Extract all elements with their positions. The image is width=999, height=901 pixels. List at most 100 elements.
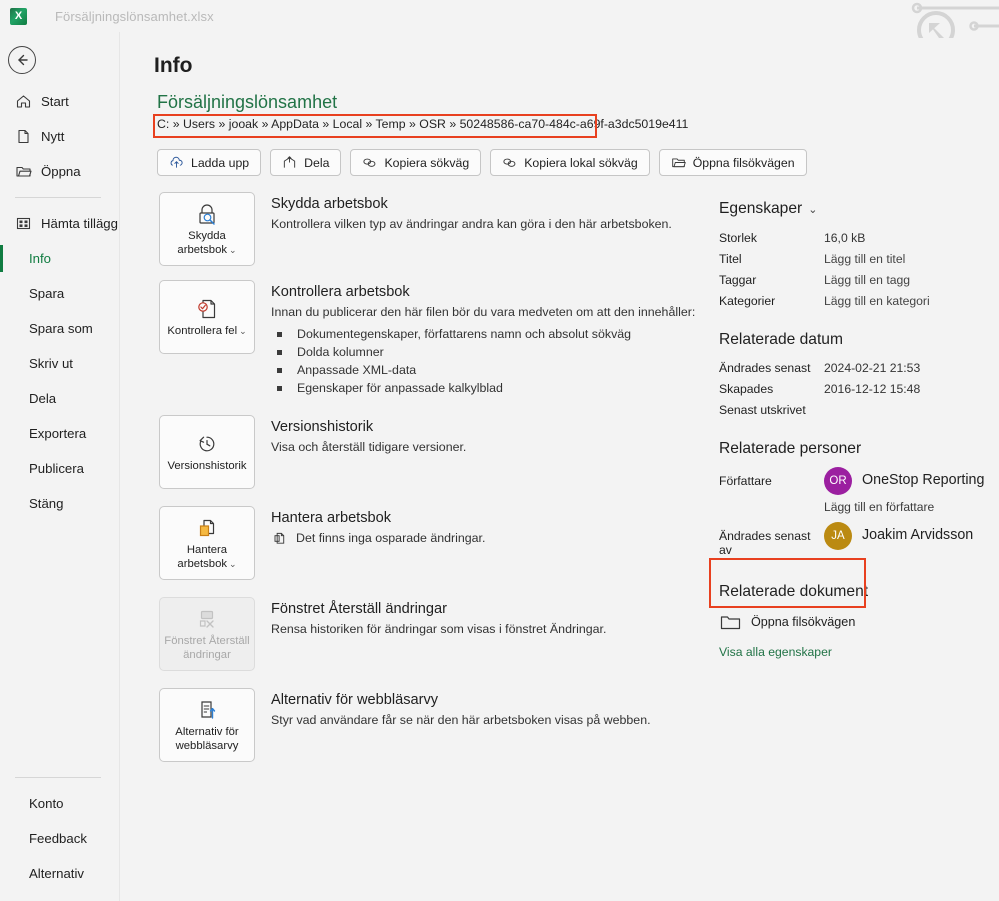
upload-button[interactable]: Ladda upp: [157, 149, 262, 176]
history-clock-icon: [192, 431, 222, 457]
show-all-properties-link[interactable]: Visa alla egenskaper: [719, 645, 989, 659]
sidebar-item-publicera[interactable]: Publicera: [0, 451, 120, 486]
sidebar-item-label: Nytt: [41, 129, 65, 144]
link-icon: [362, 155, 377, 170]
sidebar-item-exportera[interactable]: Exportera: [0, 416, 120, 451]
page-title: Info: [154, 54, 193, 77]
copy-local-path-button[interactable]: Kopiera lokal sökväg: [490, 149, 650, 176]
link-icon: [502, 155, 517, 170]
sidebar-nav-list: Start Nytt Öppna Hämta tillägg Info Spar…: [0, 84, 120, 521]
property-row-size: Storlek 16,0 kB: [719, 228, 989, 248]
properties-heading[interactable]: Egenskaper ⌄: [719, 200, 989, 218]
browser-view-options-button[interactable]: Alternativ för webbläsarvy: [159, 688, 255, 762]
info-card-body: Kontrollera arbetsbok Innan du publicera…: [271, 280, 695, 397]
related-dates-heading: Relaterade datum: [719, 331, 843, 348]
sidebar-item-label: Stäng: [29, 496, 64, 511]
reset-changes-pane-button: Fönstret Återställ ändringar: [159, 597, 255, 671]
property-key: Kategorier: [719, 294, 776, 308]
info-card-version-history: Versionshistorik Versionshistorik Visa o…: [159, 415, 719, 489]
property-key: Storlek: [719, 231, 757, 245]
sidebar-item-label: Exportera: [29, 426, 87, 441]
sidebar-item-label: Konto: [29, 796, 64, 811]
card-bullet-item: Dokumentegenskaper, författarens namn oc…: [271, 325, 695, 343]
manage-workbook-icon: [192, 515, 222, 541]
add-author-link[interactable]: Lägg till en författare: [824, 500, 989, 514]
protect-workbook-button[interactable]: Skydda arbetsbok ⌄: [159, 192, 255, 266]
sidebar-item-konto[interactable]: Konto: [0, 786, 120, 821]
sidebar-item-label: Alternativ: [29, 866, 84, 881]
modified-by-key: Ändrades senast av: [719, 529, 811, 557]
sidebar-item-spara-som[interactable]: Spara som: [0, 311, 120, 346]
card-note: Det finns inga osparade ändringar.: [271, 530, 485, 546]
card-description: Styr vad användare får se när den här ar…: [271, 713, 651, 727]
categories-field[interactable]: Lägg till en kategori: [824, 291, 930, 311]
card-bullet-item: Dolda kolumner: [271, 343, 695, 361]
document-check-icon: [192, 296, 222, 322]
document-title: Försäljningslönsamhet.xlsx: [55, 8, 214, 24]
card-bullet-item: Egenskaper för anpassade kalkylblad: [271, 379, 695, 397]
sidebar-item-dela[interactable]: Dela: [0, 381, 120, 416]
info-card-body: Hantera arbetsbok Det finns inga osparad…: [271, 506, 485, 546]
info-card-manage-workbook: Hantera arbetsbok ⌄ Hantera arbetsbok Det…: [159, 506, 719, 580]
manage-workbook-button[interactable]: Hantera arbetsbok ⌄: [159, 506, 255, 580]
excel-icon: [10, 7, 27, 25]
properties-heading-label: Egenskaper: [719, 200, 803, 217]
sidebar-item-label: Start: [41, 94, 69, 109]
sidebar-item-label: Spara: [29, 286, 65, 301]
sidebar-divider-top: [15, 197, 101, 198]
properties-pane: Egenskaper ⌄ Storlek 16,0 kB Titel Lägg …: [719, 200, 989, 659]
backstage-sidebar: Start Nytt Öppna Hämta tillägg Info Spar…: [0, 32, 120, 901]
copy-path-button[interactable]: Kopiera sökväg: [350, 149, 482, 176]
share-icon: [282, 155, 297, 170]
sidebar-item-spara[interactable]: Spara: [0, 276, 120, 311]
property-key: Senast utskrivet: [719, 403, 806, 417]
property-key: Titel: [719, 252, 742, 266]
sidebar-item-alternativ[interactable]: Alternativ: [0, 856, 120, 891]
sidebar-item-oppna[interactable]: Öppna: [0, 154, 120, 189]
sidebar-item-stang[interactable]: Stäng: [0, 486, 120, 521]
tags-field[interactable]: Lägg till en tagg: [824, 270, 910, 290]
back-button[interactable]: [8, 46, 36, 74]
sidebar-item-hamta-tillagg[interactable]: Hämta tillägg: [0, 206, 120, 241]
card-description: Rensa historiken för ändringar som visas…: [271, 622, 607, 636]
action-button-label: Öppna filsökvägen: [692, 155, 795, 170]
avatar: JA: [824, 522, 852, 550]
card-description: Visa och återställ tidigare versioner.: [271, 440, 467, 454]
sidebar-item-feedback[interactable]: Feedback: [0, 821, 120, 856]
property-key: Ändrades senast: [719, 361, 811, 375]
chevron-down-icon: ⌄: [808, 203, 818, 216]
card-heading: Fönstret Återställ ändringar: [271, 601, 448, 617]
tile-label-text: Alternativ för webbläsarvy: [175, 726, 239, 752]
sidebar-item-start[interactable]: Start: [0, 84, 120, 119]
action-button-label: Dela: [304, 155, 330, 170]
property-key: Skapades: [719, 382, 774, 396]
sidebar-item-nytt[interactable]: Nytt: [0, 119, 120, 154]
info-card-body: Versionshistorik Visa och återställ tidi…: [271, 415, 466, 456]
action-button-label: Ladda upp: [191, 155, 250, 170]
reset-changes-icon: [192, 606, 222, 632]
sidebar-item-label: Publicera: [29, 461, 84, 476]
share-button[interactable]: Dela: [270, 149, 342, 176]
modified-by-name: Joakim Arvidsson: [862, 527, 974, 543]
property-row-tags: Taggar Lägg till en tagg: [719, 270, 989, 290]
check-for-issues-button[interactable]: Kontrollera fel ⌄: [159, 280, 255, 354]
tile-label-text: Skydda arbetsbok: [177, 230, 228, 256]
open-file-location-button[interactable]: Öppna filsökvägen: [658, 149, 807, 176]
file-path: C: » Users » jooak » AppData » Local » T…: [157, 117, 689, 131]
card-description: Innan du publicerar den här filen bör du…: [271, 305, 696, 319]
title-field[interactable]: Lägg till en titel: [824, 249, 905, 269]
file-icon: [14, 128, 32, 146]
sidebar-item-label: Hämta tillägg: [41, 216, 118, 231]
card-heading: Skydda arbetsbok: [271, 196, 388, 212]
tile-label-text: Kontrollera fel: [167, 324, 238, 337]
version-history-button[interactable]: Versionshistorik: [159, 415, 255, 489]
avatar: OR: [824, 467, 852, 495]
info-card-body: Alternativ för webbläsarvy Styr vad anvä…: [271, 688, 651, 729]
action-button-label: Kopiera lokal sökväg: [524, 155, 638, 170]
author-row: Författare OR OneStop Reporting: [719, 467, 989, 495]
sidebar-item-info[interactable]: Info: [0, 241, 120, 276]
tile-label-text: Versionshistorik: [167, 459, 247, 472]
sidebar-item-skriv-ut[interactable]: Skriv ut: [0, 346, 120, 381]
sidebar-item-label: Öppna: [41, 164, 81, 179]
open-file-location-link[interactable]: Öppna filsökvägen: [719, 613, 989, 631]
